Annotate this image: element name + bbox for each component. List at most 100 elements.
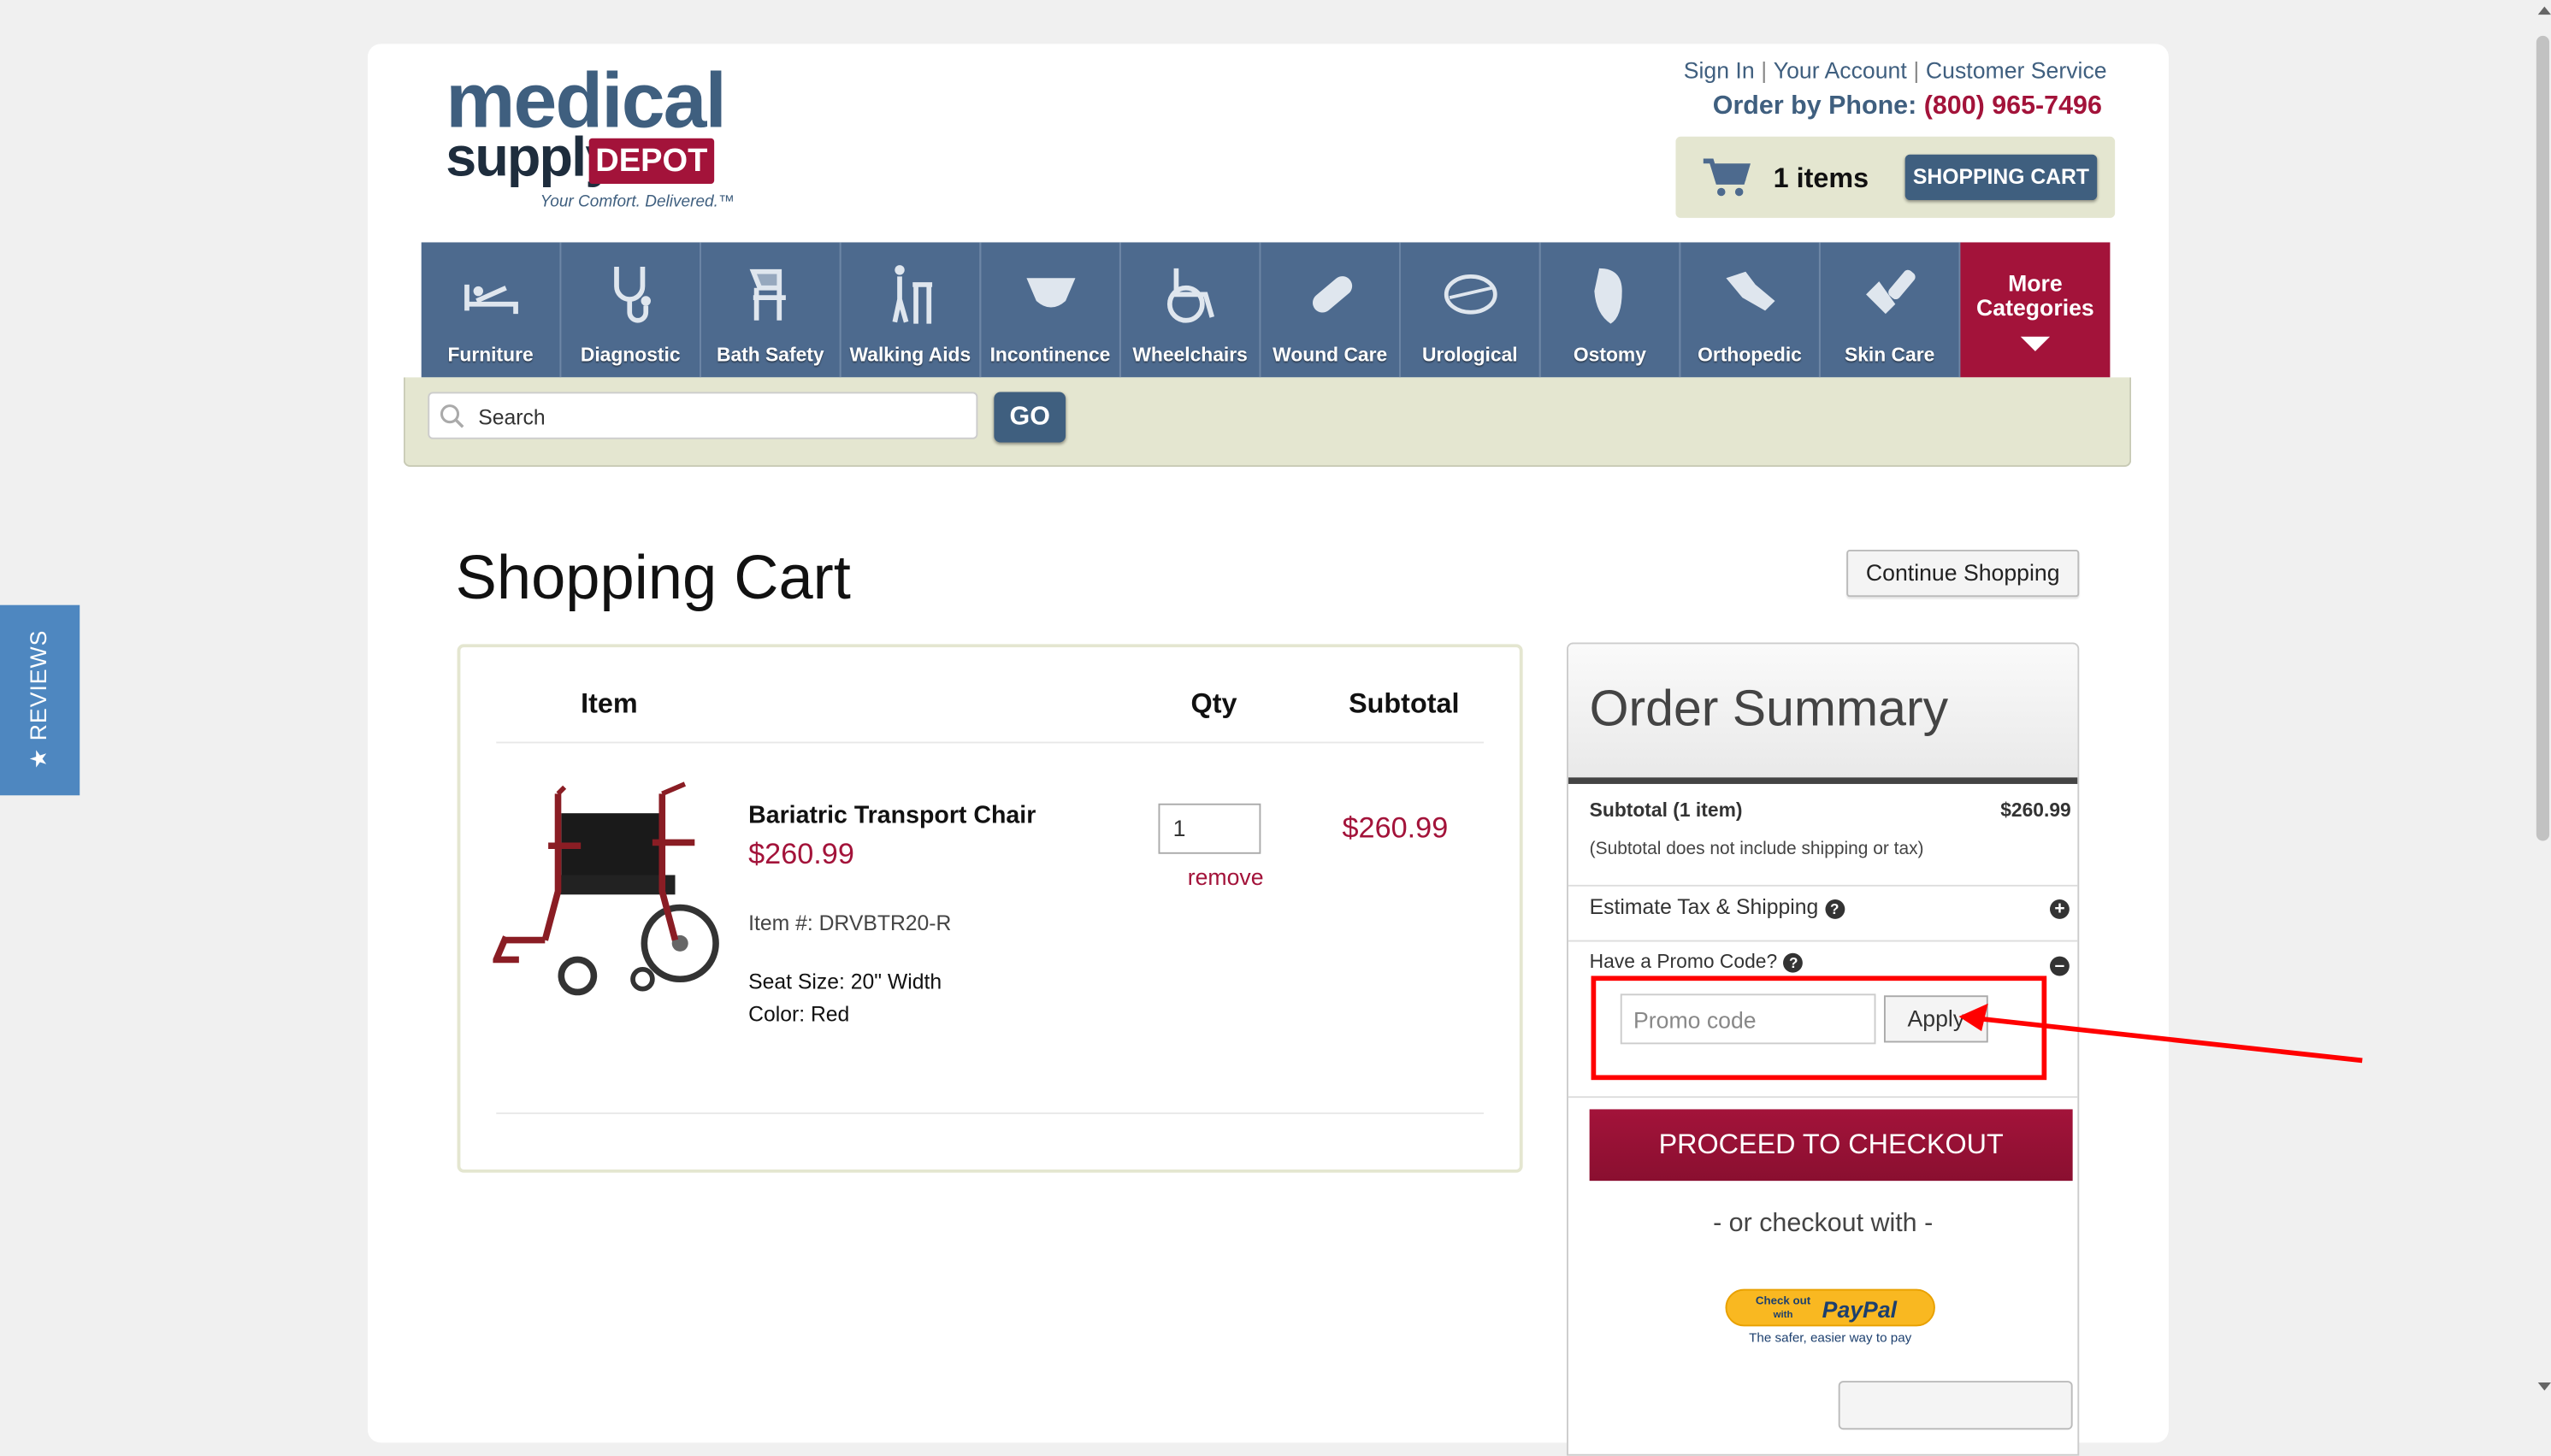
divider: [1568, 1096, 2078, 1099]
paypal-tagline: The safer, easier way to pay: [1749, 1330, 1912, 1345]
search-input[interactable]: Search: [428, 392, 978, 439]
column-header-item: Item: [581, 687, 638, 719]
column-header-subtotal: Subtotal: [1349, 687, 1460, 719]
nav-label: Urological: [1421, 343, 1518, 367]
nav-label: Incontinence: [989, 343, 1111, 367]
reviews-tab-label: ★ REVIEWS: [25, 629, 51, 769]
header-links: Sign In | Your Account | Customer Service: [1684, 57, 2107, 83]
order-summary-header: Order Summary: [1568, 644, 2078, 784]
nav-wound-care[interactable]: Wound Care: [1261, 242, 1401, 378]
paypal-checkout-button[interactable]: Check out with PayPal The safer, easier …: [1725, 1288, 1936, 1347]
phone-number[interactable]: (800) 965-7496: [1924, 92, 2102, 120]
product-price: $260.99: [748, 837, 854, 870]
nav-label: Orthopedic: [1698, 343, 1802, 367]
product-name[interactable]: Bariatric Transport Chair: [748, 802, 1036, 829]
reviews-side-tab[interactable]: ★ REVIEWS: [0, 604, 80, 796]
nav-label: Skin Care: [1844, 343, 1935, 367]
nav-label: Wheelchairs: [1132, 343, 1248, 367]
wrist-brace-icon: [1726, 271, 1775, 311]
scroll-down-icon[interactable]: [2537, 1382, 2551, 1391]
category-nav: Furniture Diagnostic Bath Safety Walking…: [421, 242, 2115, 378]
paypal-checkout-text: Check out: [1756, 1294, 1811, 1307]
link-separator: |: [1913, 56, 1920, 84]
logo-word-depot: DEPOT: [588, 138, 714, 184]
promo-label: Have a Promo Code?: [1589, 950, 1778, 973]
site-logo[interactable]: medical supply DEPOT Your Comfort. Deliv…: [446, 59, 754, 222]
order-summary-title: Order Summary: [1589, 680, 1949, 737]
page-container: medical supply DEPOT Your Comfort. Deliv…: [367, 44, 2169, 1456]
sign-in-link[interactable]: Sign In: [1684, 57, 1755, 83]
proceed-to-checkout-button[interactable]: PROCEED TO CHECKOUT: [1589, 1109, 2073, 1182]
nav-bath-safety[interactable]: Bath Safety: [700, 242, 841, 378]
nav-orthopedic[interactable]: Orthopedic: [1680, 242, 1821, 378]
scrollbar-thumb[interactable]: [2536, 35, 2550, 841]
line-subtotal: $260.99: [1342, 811, 1449, 845]
cart-icon[interactable]: [1702, 156, 1751, 198]
ostomy-bag-icon: [1594, 268, 1622, 324]
search-bar: Search GO: [403, 377, 2132, 467]
bath-chair-icon: [749, 268, 786, 321]
or-checkout-with: - or checkout with -: [1713, 1210, 1934, 1238]
mini-cart: 1 items SHOPPING CART: [1675, 136, 2116, 218]
help-icon[interactable]: ?: [1783, 952, 1804, 973]
expand-plus-icon[interactable]: +: [2050, 899, 2070, 919]
product-image[interactable]: [493, 781, 729, 1008]
brief-icon: [1026, 278, 1076, 308]
wheelchair-icon: [1166, 268, 1215, 323]
collapse-minus-icon[interactable]: –: [2050, 956, 2070, 976]
lotion-icon: [1866, 269, 1916, 315]
column-header-qty: Qty: [1190, 687, 1237, 719]
nav-skin-care[interactable]: Skin Care: [1820, 242, 1961, 378]
bandage-icon: [1312, 276, 1353, 313]
promo-code-toggle[interactable]: Have a Promo Code??: [1590, 950, 1804, 973]
order-by-phone: Order by Phone: (800) 965-7496: [1713, 92, 2102, 121]
catheter-icon: [1444, 274, 1497, 315]
cart-item-count[interactable]: 1 items: [1774, 162, 1869, 195]
nav-wheelchairs[interactable]: Wheelchairs: [1120, 242, 1261, 378]
subtotal-note: (Subtotal does not include shipping or t…: [1589, 839, 1924, 859]
more-categories-label: More Categories: [1976, 269, 2094, 321]
cart-table: Item Qty Subtotal Bariatric Transport Ch…: [457, 644, 1523, 1173]
estimate-tax-shipping-toggle[interactable]: Estimate Tax & Shipping?: [1590, 894, 1845, 919]
divider: [496, 741, 1484, 744]
nav-label: Walking Aids: [849, 343, 971, 367]
subtotal-value: $260.99: [2000, 799, 2071, 822]
search-icon: [440, 404, 464, 428]
customer-service-link[interactable]: Customer Service: [1926, 57, 2107, 83]
nav-diagnostic[interactable]: Diagnostic: [561, 242, 701, 378]
nav-urological[interactable]: Urological: [1400, 242, 1541, 378]
search-go-button[interactable]: GO: [994, 392, 1066, 443]
nav-label: Furniture: [447, 343, 534, 367]
scroll-up-icon[interactable]: [2537, 6, 2551, 15]
estimate-label: Estimate Tax & Shipping: [1589, 894, 1819, 919]
nav-incontinence[interactable]: Incontinence: [981, 242, 1121, 378]
chevron-down-icon: [2020, 336, 2051, 351]
paypal-with-text: with: [1773, 1310, 1793, 1320]
phone-label: Order by Phone:: [1712, 92, 1917, 121]
logo-tagline: Your Comfort. Delivered.™: [540, 193, 735, 212]
divider: [1568, 884, 2078, 887]
nav-label: Wound Care: [1273, 343, 1388, 367]
nav-more-categories[interactable]: More Categories: [1960, 242, 2111, 378]
page-title: Shopping Cart: [455, 545, 851, 614]
nav-label: Diagnostic: [580, 343, 681, 367]
nav-walking-aids[interactable]: Walking Aids: [841, 242, 982, 378]
nav-ostomy[interactable]: Ostomy: [1540, 242, 1681, 378]
stethoscope-icon: [614, 266, 651, 323]
search-placeholder: Search: [478, 404, 546, 430]
annotation-arrow: [1958, 1003, 2363, 1064]
continue-shopping-button[interactable]: Continue Shopping: [1846, 550, 2080, 598]
remove-item-link[interactable]: remove: [1188, 864, 1264, 889]
subtotal-label: Subtotal (1 item): [1589, 799, 1743, 822]
product-color: Color: Red: [748, 1001, 850, 1027]
divider: [1568, 940, 2078, 942]
your-account-link[interactable]: Your Account: [1774, 57, 1907, 83]
bed-icon: [464, 284, 518, 315]
continue-checkout-button[interactable]: [1838, 1381, 2073, 1430]
shopping-cart-button[interactable]: SHOPPING CART: [1904, 154, 2098, 200]
quantity-input[interactable]: 1: [1158, 803, 1261, 854]
nav-furniture[interactable]: Furniture: [421, 242, 562, 378]
paypal-brand-text: PayPal: [1822, 1297, 1898, 1323]
product-item-number: Item #: DRVBTR20-R: [748, 911, 952, 935]
help-icon[interactable]: ?: [1824, 899, 1845, 919]
